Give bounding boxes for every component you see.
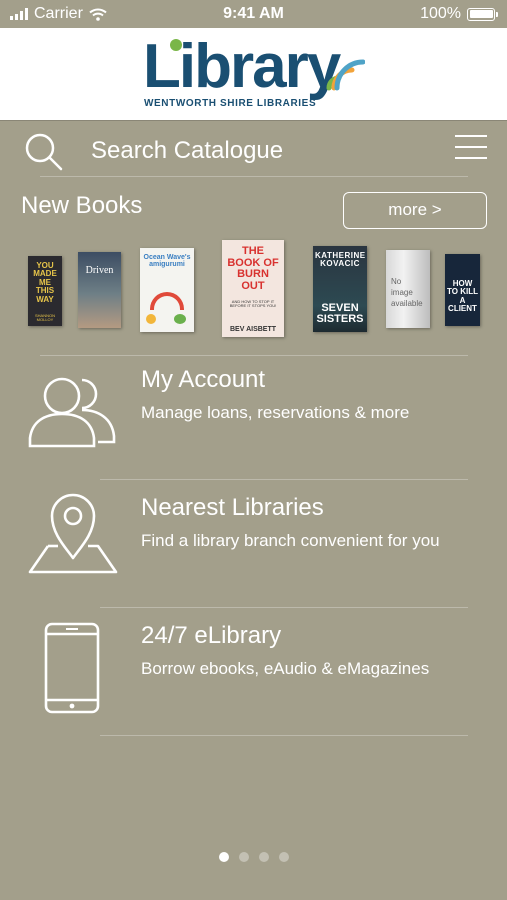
search-divider xyxy=(40,176,468,177)
book-cover-author: SEVEN SISTERS xyxy=(316,301,364,326)
logo-signal-icon xyxy=(326,59,365,91)
book-cover-title: YOU MADE ME THIS WAY xyxy=(33,261,57,304)
nearest-libraries-item[interactable]: Nearest Libraries Find a library branch … xyxy=(0,482,507,610)
book-cover[interactable]: Driven xyxy=(78,252,121,328)
hamburger-menu-icon[interactable] xyxy=(454,133,488,161)
phone-icon xyxy=(44,622,100,714)
book-cover[interactable]: THE BOOK OF BURN OUT AND HOW TO STOP IT … xyxy=(222,240,284,337)
books-divider xyxy=(40,355,468,356)
amigurumi-decoration xyxy=(174,314,186,324)
map-pin-icon xyxy=(28,493,118,574)
battery-icon xyxy=(467,7,498,21)
book-cover-title: Driven xyxy=(85,265,114,276)
nearest-libraries-title: Nearest Libraries xyxy=(141,494,324,521)
book-cover[interactable]: KATHERINE KOVACIC SEVEN SISTERS xyxy=(313,246,367,332)
book-cover-title: No image available xyxy=(391,277,423,309)
book-cover-tagline: AND HOW TO STOP IT BEFORE IT STOPS YOU! xyxy=(229,299,277,309)
elibrary-divider xyxy=(100,735,468,736)
logo-subtitle: WENTWORTH SHIRE LIBRARIES xyxy=(144,98,317,109)
logo-dot xyxy=(170,39,182,51)
page-dot[interactable] xyxy=(278,852,289,862)
amigurumi-illustration xyxy=(150,292,184,310)
my-account-item[interactable]: My Account Manage loans, reservations & … xyxy=(0,358,507,486)
users-icon xyxy=(28,377,116,448)
new-books-heading: New Books xyxy=(21,192,143,219)
my-account-description: Manage loans, reservations & more xyxy=(141,403,410,422)
book-cover-title: Ocean Wave's amigurumi xyxy=(143,254,191,269)
book-cover-title: KATHERINE KOVACIC xyxy=(315,251,366,269)
book-cover-author: SHANNON MOLLOY xyxy=(34,312,55,322)
app-header: Library WENTWORTH SHIRE LIBRARIES xyxy=(0,28,507,121)
battery-percent: 100% xyxy=(420,5,461,22)
elibrary-title: 24/7 eLibrary xyxy=(141,622,282,649)
search-bar[interactable]: Search Catalogue xyxy=(20,128,488,174)
book-cover-author: BEV AISBETT xyxy=(229,325,277,333)
search-icon[interactable] xyxy=(24,132,64,172)
page-dot-active[interactable] xyxy=(218,852,229,862)
page-dot[interactable] xyxy=(238,852,249,862)
elibrary-item[interactable]: 24/7 eLibrary Borrow ebooks, eAudio & eM… xyxy=(0,610,507,738)
my-account-title: My Account xyxy=(141,366,266,393)
amigurumi-decoration xyxy=(146,314,156,324)
search-input[interactable]: Search Catalogue xyxy=(91,137,283,165)
libraries-divider xyxy=(100,607,468,608)
book-cover[interactable]: YOU MADE ME THIS WAY SHANNON MOLLOY xyxy=(28,256,62,326)
new-books-carousel[interactable]: YOU MADE ME THIS WAY SHANNON MOLLOY Driv… xyxy=(0,238,507,343)
elibrary-description: Borrow ebooks, eAudio & eMagazines xyxy=(141,659,430,678)
book-cover-title: THE BOOK OF BURN OUT xyxy=(227,245,279,292)
more-books-button[interactable]: more > xyxy=(343,192,487,229)
library-logo[interactable]: Library WENTWORTH SHIRE LIBRARIES xyxy=(143,36,373,116)
book-cover[interactable]: No image available xyxy=(386,250,430,328)
page-dot[interactable] xyxy=(258,852,269,862)
account-divider xyxy=(100,479,468,480)
book-cover[interactable]: Ocean Wave's amigurumi xyxy=(140,248,194,332)
page-indicator[interactable] xyxy=(0,852,507,862)
status-bar: Carrier 9:41 AM 100% xyxy=(0,0,507,28)
book-cover-title: HOW TO KILL A CLIENT xyxy=(447,279,478,314)
nearest-libraries-description: Find a library branch convenient for you xyxy=(141,531,440,550)
book-cover[interactable]: HOW TO KILL A CLIENT xyxy=(445,254,480,326)
